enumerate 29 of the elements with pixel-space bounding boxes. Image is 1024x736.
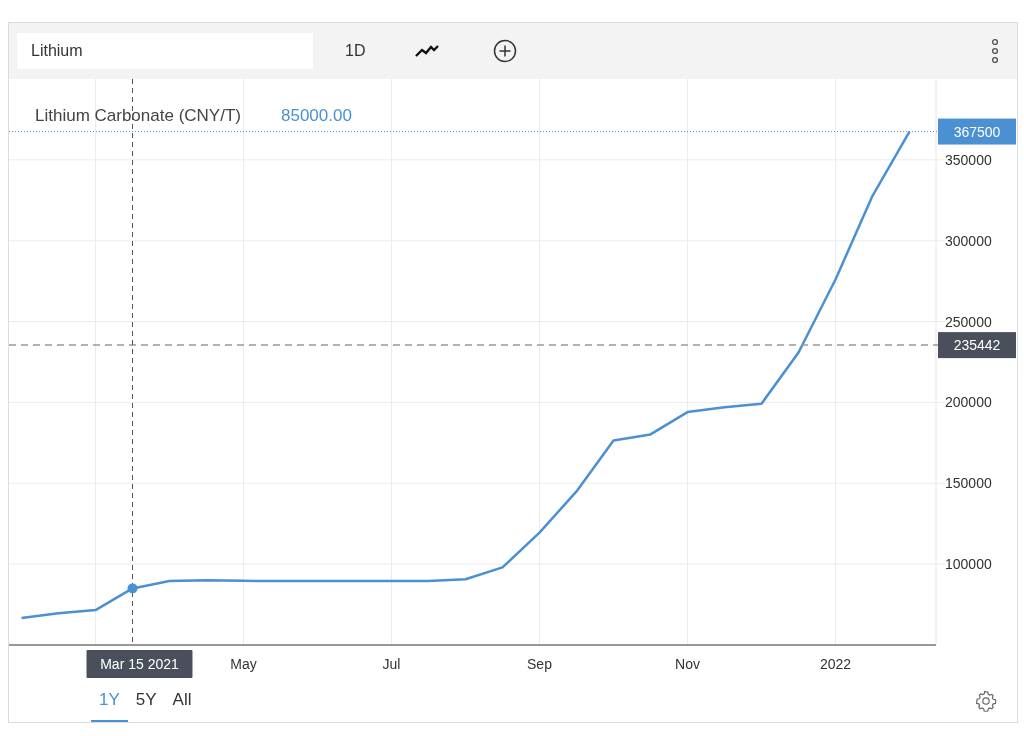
y-axis-label: 350000 [945, 151, 992, 168]
x-axis-label: Jul [382, 656, 401, 672]
ref-line-label: 367500 [953, 123, 1001, 140]
plus-circle-icon [493, 39, 518, 63]
range-tab[interactable]: All [164, 679, 200, 722]
price-label: 235442 [938, 332, 1016, 359]
y-axis-label: 150000 [945, 475, 992, 492]
search-field[interactable]: Lithium [17, 33, 313, 69]
x-axis-label: 2022 [819, 656, 852, 672]
x-axis-label: Nov [675, 656, 700, 672]
price-label: 367500 [938, 118, 1016, 145]
ref-line-label: 235442 [953, 337, 1001, 354]
settings-icon [975, 689, 997, 712]
x-axis-label: Sep [527, 656, 552, 672]
range-tab[interactable]: 1Y [91, 679, 128, 722]
line-chart-icon [415, 44, 440, 58]
y-axis-label: 200000 [945, 394, 992, 411]
y-axis-label: 300000 [945, 232, 992, 249]
interval-button[interactable]: 1D [335, 33, 376, 69]
hover-point [127, 583, 138, 594]
hover-value: 85000.00 [281, 106, 352, 125]
date-tooltip: Mar 15 2021 [86, 650, 193, 678]
more-icon [991, 38, 999, 64]
series-name: Lithium Carbonate (CNY/T) [35, 106, 241, 125]
x-axis-label: May [230, 656, 257, 672]
settings-button[interactable] [975, 689, 997, 712]
y-axis-label: 100000 [945, 556, 992, 573]
y-axis-label: 250000 [945, 313, 992, 330]
range-tab[interactable]: 5Y [127, 679, 165, 722]
